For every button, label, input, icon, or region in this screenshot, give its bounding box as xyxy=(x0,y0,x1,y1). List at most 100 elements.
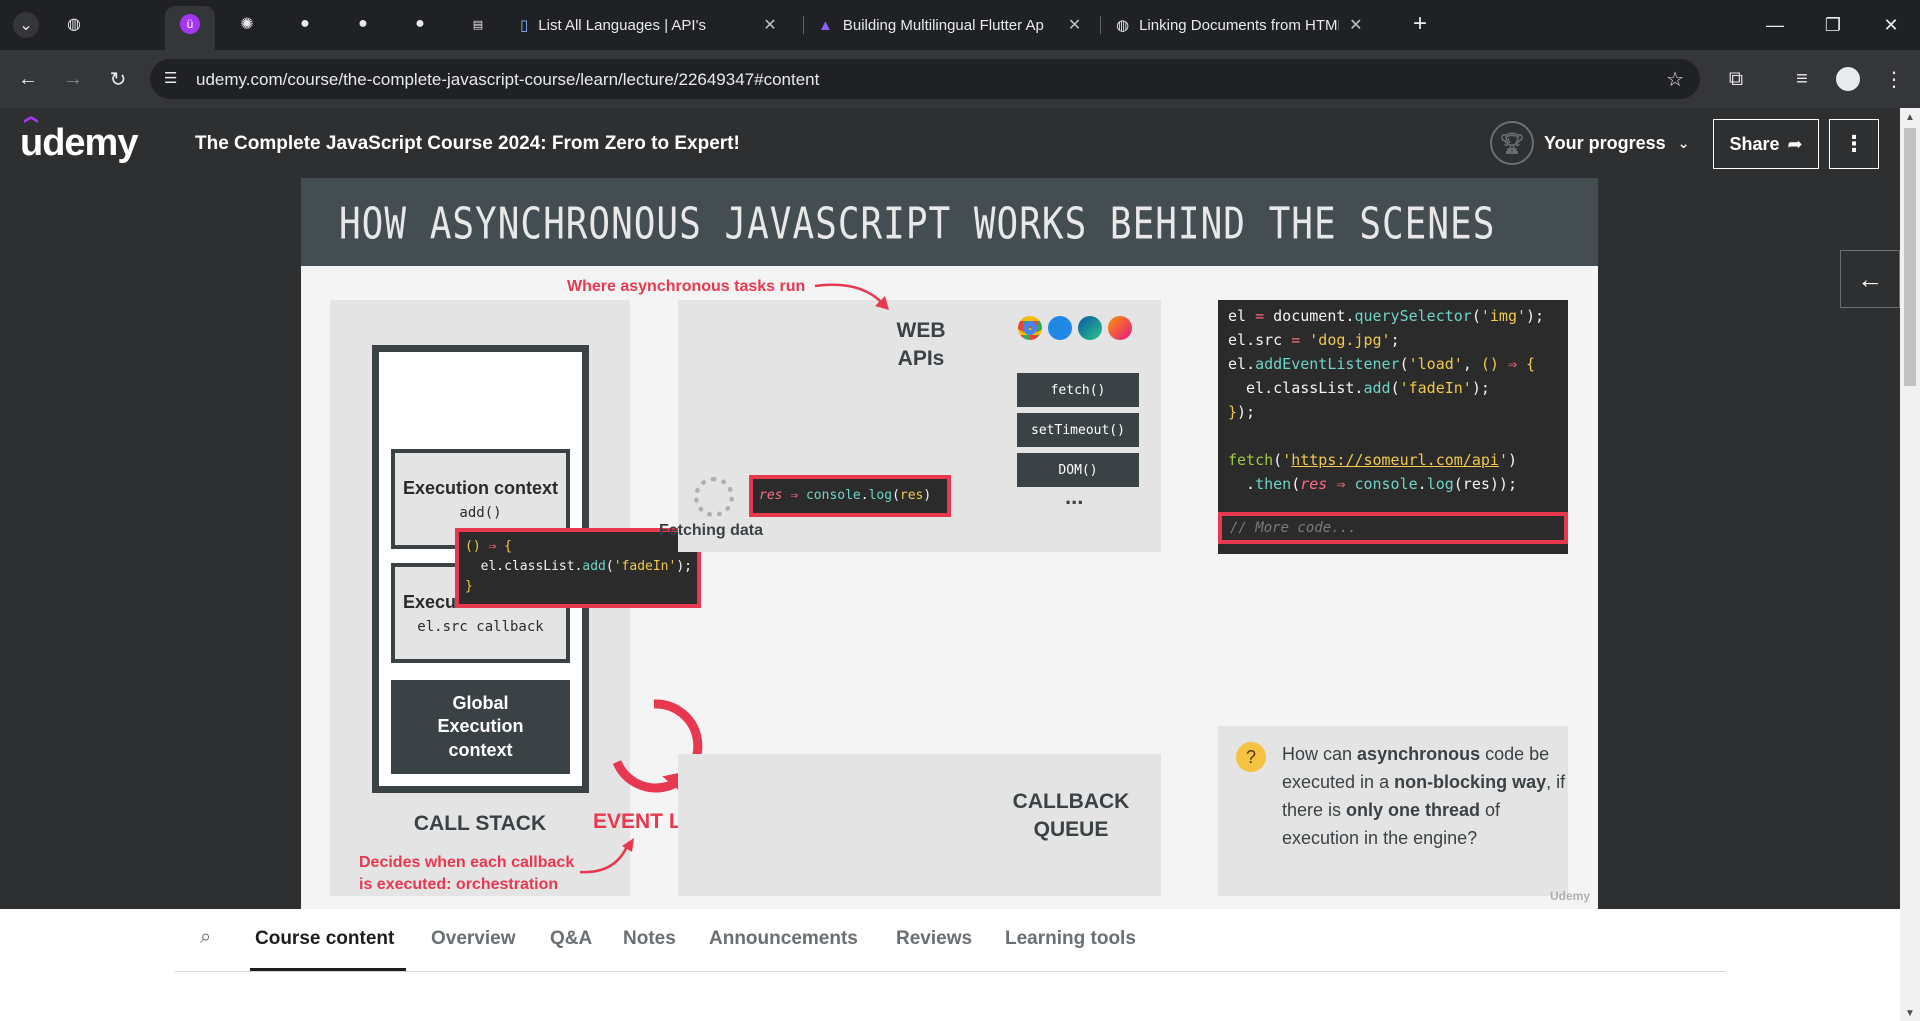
address-bar-row: ← → ↻ ☰ udemy.com/course/the-complete-ja… xyxy=(0,50,1920,108)
github-tab-icon[interactable]: ● xyxy=(293,12,317,36)
video-player[interactable]: HOW ASYNCHRONOUS JAVASCRIPT WORKS BEHIND… xyxy=(0,178,1900,909)
close-icon[interactable]: ✕ xyxy=(1068,15,1081,35)
omnibox[interactable]: ☰ udemy.com/course/the-complete-javascri… xyxy=(150,59,1700,99)
close-icon[interactable]: ✕ xyxy=(1349,15,1362,35)
tab-reviews[interactable]: Reviews xyxy=(896,928,972,950)
global-execution-context: Global Execution context xyxy=(391,680,570,774)
ctx-sub: add() xyxy=(459,504,502,521)
callback-code-popup: () ⇒ { el.classList.add('fadeIn'); } xyxy=(455,528,701,608)
more-code-comment: // More code... xyxy=(1230,520,1357,536)
apple-tab-icon[interactable] xyxy=(120,12,144,36)
restore-icon[interactable]: ❐ xyxy=(1818,10,1848,40)
more-apis-ellipsis: ... xyxy=(1065,484,1084,509)
sms-tab-icon[interactable]: ▤ xyxy=(466,12,490,36)
progress-label: Your progress xyxy=(1544,132,1666,153)
globe-icon: ◍ xyxy=(1116,17,1130,34)
question-part: asynchronous xyxy=(1357,744,1481,764)
chevron-down-icon: ⌄ xyxy=(1677,134,1690,151)
lecture-slide: HOW ASYNCHRONOUS JAVASCRIPT WORKS BEHIND… xyxy=(301,178,1598,909)
page-scrollbar[interactable]: ▲ ▼ xyxy=(1900,108,1920,1021)
fetching-data-label: Fetching data xyxy=(659,522,764,539)
pending-callback-box: res ⇒ console.log(res) xyxy=(749,475,951,517)
tab-title: List All Languages | API's xyxy=(538,16,706,34)
media-control-icon[interactable]: ≡ xyxy=(1788,65,1816,93)
question-part: non-blocking way xyxy=(1394,772,1547,792)
dom-api-button: DOM() xyxy=(1017,453,1139,487)
tab-title: Building Multilingual Flutter Ap xyxy=(842,16,1044,34)
web-apis-label: WEB APIs xyxy=(896,319,946,371)
tab-separator xyxy=(803,16,804,34)
tab-overview[interactable]: Overview xyxy=(431,928,516,950)
question-part: only one thread xyxy=(1346,800,1481,820)
url-text[interactable]: udemy.com/course/the-complete-javascript… xyxy=(196,70,819,90)
tab-building-multilingual[interactable]: ▲ Building Multilingual Flutter Ap ✕ xyxy=(808,6,1081,44)
forward-arrow-icon[interactable]: → xyxy=(59,65,87,93)
orchestration-note-line-1: Decides when each callback xyxy=(359,854,575,871)
vercel-icon: ▲ xyxy=(818,16,833,34)
document-icon: ▯ xyxy=(520,17,529,34)
share-arrow-icon: ➦ xyxy=(1787,133,1803,154)
tab-qa[interactable]: Q&A xyxy=(550,928,592,950)
edge-icon xyxy=(1078,316,1102,340)
fetch-api-button: fetch() xyxy=(1017,373,1139,407)
slide-header: HOW ASYNCHRONOUS JAVASCRIPT WORKS BEHIND… xyxy=(301,178,1598,266)
orchestration-note-line-2: is executed: orchestration xyxy=(359,876,559,893)
course-header: udemy The Complete JavaScript Course 202… xyxy=(0,108,1900,178)
expand-sidebar-arrow-icon[interactable]: ← xyxy=(1840,250,1900,308)
safari-icon xyxy=(1048,316,1072,340)
github-tab-icon-2[interactable]: ● xyxy=(351,12,375,36)
ctx-title: Execution context xyxy=(402,477,559,498)
course-tabs: ⌕ Course content Overview Q&A Notes Anno… xyxy=(175,912,1725,972)
tab-separator xyxy=(1100,16,1101,34)
tab-title: Linking Documents from HTML xyxy=(1139,16,1340,34)
scroll-up-arrow-icon[interactable]: ▲ xyxy=(1905,112,1915,123)
trophy-icon: 🏆︎ xyxy=(1490,121,1534,165)
chatgpt-tab-icon[interactable]: ✺ xyxy=(235,12,259,36)
active-tab-indicator xyxy=(250,968,406,971)
call-stack-label: CALL STACK xyxy=(413,812,547,835)
scroll-down-arrow-icon[interactable]: ▼ xyxy=(1905,1008,1915,1019)
tab-course-content[interactable]: Course content xyxy=(255,928,394,950)
back-arrow-icon[interactable]: ← xyxy=(14,65,42,93)
firefox-icon xyxy=(1108,316,1132,340)
loading-spinner-icon xyxy=(694,477,734,517)
minimize-icon[interactable]: — xyxy=(1760,10,1790,40)
github-tab-icon-3[interactable]: ● xyxy=(408,12,432,36)
site-settings-icon[interactable]: ☰ xyxy=(164,69,184,89)
question-text: How can asynchronous code be executed in… xyxy=(1282,740,1572,852)
globe-tab-icon[interactable]: ◍ xyxy=(62,12,86,36)
callback-queue-label: CALLBACK QUEUE xyxy=(1012,790,1130,842)
bookmark-star-icon[interactable]: ☆ xyxy=(1666,67,1684,92)
share-label: Share xyxy=(1729,133,1780,154)
tab-list-all-languages[interactable]: ▯ List All Languages | API's ✕ xyxy=(510,6,777,44)
new-tab-button[interactable]: + xyxy=(1408,10,1432,37)
close-window-icon[interactable]: ✕ xyxy=(1876,10,1906,40)
udemy-logo-hat-icon xyxy=(24,116,38,123)
reload-icon[interactable]: ↻ xyxy=(104,65,132,93)
ctx-sub: el.src callback xyxy=(417,618,544,635)
course-title[interactable]: The Complete JavaScript Course 2024: Fro… xyxy=(195,133,740,155)
question-part: How can xyxy=(1282,744,1358,764)
question-box: ? How can asynchronous code be executed … xyxy=(1218,726,1568,896)
tab-learning-tools[interactable]: Learning tools xyxy=(1005,928,1136,950)
curved-arrow-icon xyxy=(814,283,889,310)
udemy-tab-icon[interactable]: ü xyxy=(178,12,202,36)
more-options-icon[interactable]: ⋮ xyxy=(1829,119,1879,169)
tab-notes[interactable]: Notes xyxy=(623,928,676,950)
udemy-logo-text: udemy xyxy=(20,122,138,164)
close-icon[interactable]: ✕ xyxy=(763,15,776,35)
tab-linking-documents[interactable]: ◍ Linking Documents from HTML ✕ xyxy=(1106,6,1363,44)
profile-avatar[interactable] xyxy=(1834,65,1862,93)
progress-dropdown[interactable]: 🏆︎ Your progress ⌄ xyxy=(1490,120,1689,166)
curved-arrow-icon xyxy=(579,838,634,874)
udemy-logo[interactable]: udemy xyxy=(20,116,138,165)
search-icon[interactable]: ⌕ xyxy=(200,926,211,949)
settimeout-api-button: setTimeout() xyxy=(1017,413,1139,447)
browser-menu-icon[interactable]: ⋮ xyxy=(1880,65,1908,93)
scroll-thumb[interactable] xyxy=(1904,128,1916,386)
tab-search-icon[interactable]: ⌄ xyxy=(13,12,39,38)
extensions-icon[interactable]: ⧉ xyxy=(1722,65,1750,93)
async-tasks-note: Where asynchronous tasks run xyxy=(567,278,806,295)
tab-announcements[interactable]: Announcements xyxy=(709,928,858,950)
share-button[interactable]: Share ➦ xyxy=(1713,119,1819,169)
